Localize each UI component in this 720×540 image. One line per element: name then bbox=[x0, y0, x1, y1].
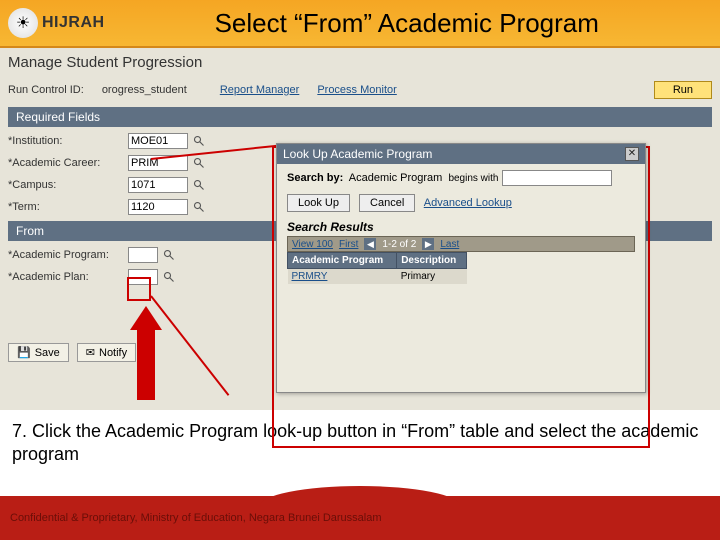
run-control-label: Run Control ID: bbox=[8, 84, 84, 96]
lookup-popup: Look Up Academic Program ✕ Search by: Ac… bbox=[276, 143, 646, 393]
col-description: Description bbox=[397, 253, 467, 269]
results-table: Academic Program Description PRMRY Prima… bbox=[287, 252, 467, 284]
campus-input[interactable] bbox=[128, 177, 188, 193]
view-100-link[interactable]: View 100 bbox=[292, 239, 333, 250]
cancel-button[interactable]: Cancel bbox=[359, 194, 415, 212]
results-nav: View 100 First ◀ 1-2 of 2 ▶ Last bbox=[287, 236, 635, 252]
logo: ☀ HIJRAH bbox=[8, 8, 105, 38]
attention-arrow-icon bbox=[130, 306, 162, 400]
notify-icon: ✉ bbox=[86, 346, 95, 359]
advanced-lookup-link[interactable]: Advanced Lookup bbox=[424, 197, 512, 209]
term-label: *Term: bbox=[8, 201, 128, 213]
header-bar: ☀ HIJRAH Select “From” Academic Program bbox=[0, 0, 720, 48]
career-lookup-icon[interactable] bbox=[192, 156, 206, 170]
first-link[interactable]: First bbox=[339, 239, 358, 250]
run-button[interactable]: Run bbox=[654, 81, 712, 99]
notify-button[interactable]: ✉ Notify bbox=[77, 343, 136, 362]
search-by-label: Search by: bbox=[287, 172, 343, 184]
campus-lookup-icon[interactable] bbox=[192, 178, 206, 192]
popup-close-button[interactable]: ✕ bbox=[625, 147, 639, 161]
notify-label: Notify bbox=[99, 347, 127, 359]
logo-text: HIJRAH bbox=[42, 14, 105, 32]
institution-lookup-icon[interactable] bbox=[192, 134, 206, 148]
popup-titlebar: Look Up Academic Program ✕ bbox=[277, 144, 645, 164]
callout-line bbox=[150, 295, 229, 396]
institution-input[interactable] bbox=[128, 133, 188, 149]
footer-decoration bbox=[260, 486, 460, 506]
plan-lookup-icon[interactable] bbox=[162, 270, 176, 284]
save-label: Save bbox=[35, 347, 60, 359]
table-row[interactable]: PRMRY Primary bbox=[288, 269, 467, 285]
app-page: Manage Student Progression Run Control I… bbox=[0, 48, 720, 410]
search-value-input[interactable] bbox=[502, 170, 612, 186]
search-by-row: Search by: Academic Program begins with bbox=[287, 170, 635, 186]
program-lookup-icon[interactable] bbox=[162, 248, 176, 262]
footer-text: Confidential & Proprietary, Ministry of … bbox=[10, 512, 382, 524]
slide-title: Select “From” Academic Program bbox=[215, 8, 599, 39]
plan-label: *Academic Plan: bbox=[8, 271, 128, 283]
popup-title-text: Look Up Academic Program bbox=[283, 147, 432, 161]
required-fields-bar: Required Fields bbox=[8, 107, 712, 127]
program-input[interactable] bbox=[128, 247, 158, 263]
term-input[interactable] bbox=[128, 199, 188, 215]
institution-label: *Institution: bbox=[8, 135, 128, 147]
lookup-button[interactable]: Look Up bbox=[287, 194, 350, 212]
next-arrow-icon[interactable]: ▶ bbox=[422, 238, 434, 250]
footer: Confidential & Proprietary, Ministry of … bbox=[0, 496, 720, 540]
search-by-field: Academic Program bbox=[349, 172, 443, 184]
plan-input[interactable] bbox=[128, 269, 158, 285]
action-buttons: 💾 Save ✉ Notify bbox=[8, 343, 136, 362]
career-input[interactable] bbox=[128, 155, 188, 171]
result-program-link[interactable]: PRMRY bbox=[292, 271, 328, 282]
term-lookup-icon[interactable] bbox=[192, 200, 206, 214]
program-label: *Academic Program: bbox=[8, 249, 128, 261]
report-manager-link[interactable]: Report Manager bbox=[220, 84, 300, 96]
result-description: Primary bbox=[397, 269, 467, 285]
process-monitor-link[interactable]: Process Monitor bbox=[317, 84, 396, 96]
search-operator: begins with bbox=[448, 173, 498, 184]
prev-arrow-icon[interactable]: ◀ bbox=[364, 238, 376, 250]
search-results-heading: Search Results bbox=[287, 220, 635, 234]
col-program: Academic Program bbox=[288, 253, 397, 269]
save-button[interactable]: 💾 Save bbox=[8, 343, 69, 362]
run-control-row: Run Control ID: orogress_student Report … bbox=[8, 81, 712, 99]
instruction-text: 7. Click the Academic Program look-up bu… bbox=[0, 410, 720, 475]
logo-crest-icon: ☀ bbox=[8, 8, 38, 38]
career-label: *Academic Career: bbox=[8, 157, 128, 169]
page-title: Manage Student Progression bbox=[8, 54, 712, 71]
run-control-value: orogress_student bbox=[102, 84, 202, 96]
last-link[interactable]: Last bbox=[440, 239, 459, 250]
results-range: 1-2 of 2 bbox=[382, 239, 416, 250]
campus-label: *Campus: bbox=[8, 179, 128, 191]
save-icon: 💾 bbox=[17, 346, 31, 359]
